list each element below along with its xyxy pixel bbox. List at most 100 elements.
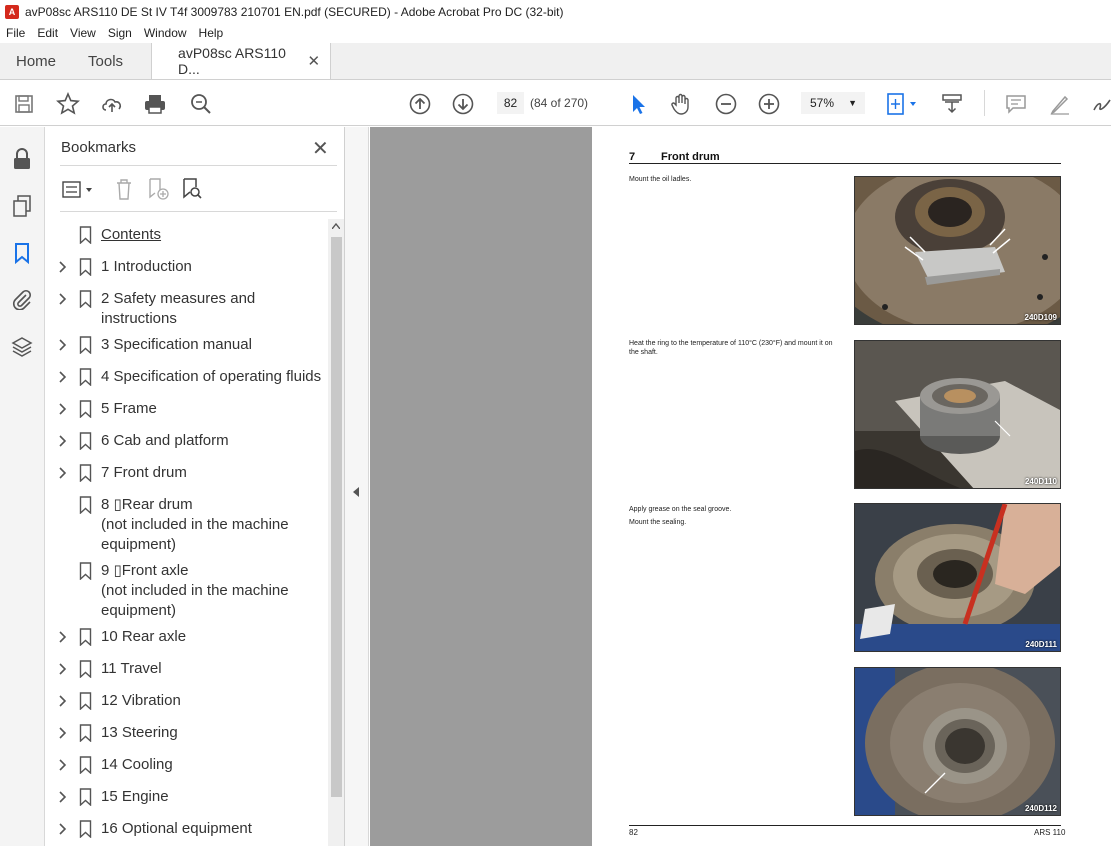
bookmark-item[interactable]: 1 Introduction xyxy=(45,257,328,277)
save-icon[interactable] xyxy=(12,92,36,116)
search-zoom-icon[interactable] xyxy=(189,92,213,116)
bookmark-icon xyxy=(79,562,92,581)
scroll-mode-icon[interactable] xyxy=(940,92,964,116)
bookmark-item[interactable]: 13 Steering xyxy=(45,723,328,743)
tab-document[interactable]: avP08sc ARS110 D... ✕ xyxy=(151,43,332,79)
attachments-paperclip-icon[interactable] xyxy=(10,287,34,311)
photo-code: 240D109 xyxy=(1024,313,1057,322)
bookmark-label: 12 Vibration xyxy=(101,692,181,709)
bookmark-item[interactable]: 16 Optional equipment xyxy=(45,819,328,839)
chevron-right-icon[interactable] xyxy=(58,433,68,449)
bookmark-icon xyxy=(79,724,92,743)
bookmark-label: 13 Steering xyxy=(101,724,178,741)
layers-icon[interactable] xyxy=(10,335,34,359)
bookmark-item[interactable]: 15 Engine xyxy=(45,787,328,807)
bookmark-item[interactable]: 11 Travel xyxy=(45,659,328,679)
bookmark-item[interactable]: Contents xyxy=(45,225,328,245)
bookmark-item[interactable]: 4 Specification of operating fluids xyxy=(45,367,328,387)
hand-tool-icon[interactable] xyxy=(669,92,693,116)
menu-edit[interactable]: Edit xyxy=(31,26,64,40)
chevron-right-icon[interactable] xyxy=(58,337,68,353)
page-thumbnails-icon[interactable] xyxy=(10,194,34,218)
draw-sign-icon[interactable] xyxy=(1090,92,1111,116)
lock-icon[interactable] xyxy=(10,147,34,171)
tab-home[interactable]: Home xyxy=(0,43,72,79)
section-title: Front drum xyxy=(661,151,720,163)
previous-page-icon[interactable] xyxy=(408,92,432,116)
photo-heated-ring: 240D110 xyxy=(854,340,1061,489)
close-panel-icon[interactable]: ✕ xyxy=(312,136,329,161)
bookmark-item[interactable]: 14 Cooling xyxy=(45,755,328,775)
window-title: avP08sc ARS110 DE St IV T4f 3009783 2107… xyxy=(25,4,564,19)
bookmark-icon xyxy=(79,432,92,451)
page-footer-model: ARS 110 xyxy=(1034,828,1066,837)
bookmark-label: 16 Optional equipment xyxy=(101,820,252,837)
chevron-right-icon[interactable] xyxy=(58,259,68,275)
chevron-right-icon[interactable] xyxy=(58,821,68,837)
scrollbar-thumb[interactable] xyxy=(331,237,342,797)
find-bookmark-icon[interactable] xyxy=(180,177,204,206)
bookmarks-scrollbar[interactable] xyxy=(328,219,344,846)
chevron-right-icon[interactable] xyxy=(58,369,68,385)
bookmark-item[interactable]: 7 Front drum xyxy=(45,463,328,483)
new-bookmark-icon[interactable] xyxy=(146,177,170,206)
menu-window[interactable]: Window xyxy=(138,26,193,40)
bookmark-item[interactable]: 9 ▯Front axle (not included in the machi… xyxy=(45,561,328,621)
bookmarks-panel: Bookmarks ✕ Contents 1 Introduction 2 Safe… xyxy=(45,127,345,846)
bookmark-label: 1 Introduction xyxy=(101,258,192,275)
menu-file[interactable]: File xyxy=(0,26,31,40)
bookmark-item[interactable]: 12 Vibration xyxy=(45,691,328,711)
page-number-input[interactable]: 82 xyxy=(497,92,524,114)
bookmark-label: Contents xyxy=(101,226,162,243)
zoom-in-icon[interactable] xyxy=(757,92,781,116)
upload-cloud-icon[interactable] xyxy=(100,92,124,116)
menu-view[interactable]: View xyxy=(64,26,102,40)
zoom-value: 57% xyxy=(810,96,835,110)
print-icon[interactable] xyxy=(143,92,167,116)
chevron-right-icon[interactable] xyxy=(58,401,68,417)
select-cursor-icon[interactable] xyxy=(626,92,650,116)
chevron-right-icon[interactable] xyxy=(58,693,68,709)
chevron-right-icon[interactable] xyxy=(58,291,68,307)
menu-help[interactable]: Help xyxy=(193,26,230,40)
chevron-right-icon[interactable] xyxy=(58,789,68,805)
next-page-icon[interactable] xyxy=(451,92,475,116)
page-count: (84 of 270) xyxy=(530,96,589,110)
tab-document-label: avP08sc ARS110 D... xyxy=(178,45,286,77)
bookmark-item[interactable]: 5 Frame xyxy=(45,399,328,419)
close-tab-icon[interactable]: ✕ xyxy=(307,52,320,70)
chevron-right-icon[interactable] xyxy=(58,629,68,645)
chevron-down-icon: ▼ xyxy=(848,98,857,108)
highlight-pen-icon[interactable] xyxy=(1048,92,1072,116)
chevron-right-icon[interactable] xyxy=(58,661,68,677)
bookmark-panel-icon[interactable] xyxy=(10,241,34,265)
bookmark-item[interactable]: 10 Rear axle xyxy=(45,627,328,647)
tab-tools[interactable]: Tools xyxy=(72,43,139,79)
scroll-up-icon[interactable] xyxy=(332,223,340,229)
zoom-out-icon[interactable] xyxy=(714,92,738,116)
bookmark-label: 5 Frame xyxy=(101,400,157,417)
menu-sign[interactable]: Sign xyxy=(102,26,138,40)
toolbar-separator xyxy=(984,90,985,116)
bookmark-item[interactable]: 2 Safety measures and instructions xyxy=(45,289,328,329)
comment-icon[interactable] xyxy=(1004,92,1028,116)
bookmark-item[interactable]: 8 ▯Rear drum (not included in the machin… xyxy=(45,495,328,555)
delete-bookmark-icon[interactable] xyxy=(113,177,135,206)
bookmark-label: 8 ▯Rear drum (not included in the machin… xyxy=(101,496,289,553)
chevron-right-icon[interactable] xyxy=(58,465,68,481)
star-icon[interactable] xyxy=(56,92,80,116)
navigation-rail xyxy=(0,127,45,846)
zoom-select[interactable]: 57% ▼ xyxy=(801,92,865,114)
bookmark-item[interactable]: 6 Cab and platform xyxy=(45,431,328,451)
fit-page-icon[interactable] xyxy=(884,92,920,116)
acrobat-app-icon: A xyxy=(5,4,19,19)
options-menu-icon[interactable] xyxy=(62,179,96,206)
panel-collapse-handle[interactable] xyxy=(345,127,369,846)
menu-bar: File Edit View Sign Window Help xyxy=(0,23,1111,43)
chevron-right-icon[interactable] xyxy=(58,725,68,741)
chevron-right-icon[interactable] xyxy=(58,757,68,773)
bookmark-item[interactable]: 3 Specification manual xyxy=(45,335,328,355)
divider xyxy=(60,211,337,212)
bookmark-label: 3 Specification manual xyxy=(101,336,252,353)
bookmark-label: 14 Cooling xyxy=(101,756,173,773)
